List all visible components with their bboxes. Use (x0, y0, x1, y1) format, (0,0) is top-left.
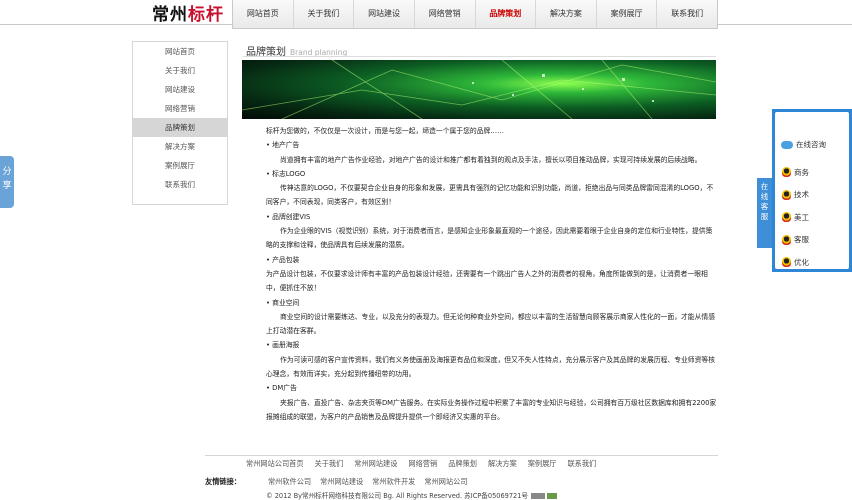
footer-nav: 常州网站公司首页 关于我们 常州网站建设 网络营销 品牌策划 解决方案 案例展厅… (246, 459, 596, 469)
online-consult-label: 在线咨询 (796, 140, 826, 149)
nav-item-contact[interactable]: 联系我们 (657, 0, 717, 28)
sidebar: 网站首页 关于我们 网站建设 网络营销 品牌策划 解决方案 案例展厅 联系我们 (132, 41, 228, 205)
chat-bubble-icon (781, 140, 793, 149)
friend-link[interactable]: 常州网站建设 (320, 477, 363, 487)
qq-icon (782, 212, 791, 223)
article-paragraph: 传神达意的LOGO，不仅要契合企业自身的形象和发展，更需具有强烈的记忆功能和识别… (266, 184, 714, 207)
agent-item-service[interactable]: 客服 (782, 229, 809, 252)
section-heading: • 标志LOGO (266, 169, 306, 178)
agent-item-tech[interactable]: 技术 (782, 184, 809, 207)
nav-item-about[interactable]: 关于我们 (294, 0, 355, 28)
sidebar-item-solutions[interactable]: 解决方案 (133, 137, 227, 156)
qq-icon (782, 234, 791, 245)
friend-links: 友情链接： 常州软件公司 常州网站建设 常州软件开发 常州网站公司 (205, 477, 468, 487)
agent-label: 技术 (794, 190, 809, 200)
cnzz-badge-icon[interactable] (531, 493, 546, 499)
nav-item-home[interactable]: 网站首页 (233, 0, 294, 28)
friend-link[interactable]: 常州软件开发 (372, 477, 415, 487)
footer-link-cases[interactable]: 案例展厅 (528, 459, 557, 469)
sidebar-item-brand[interactable]: 品牌策划 (133, 118, 227, 137)
qq-icon (782, 189, 791, 200)
logo-text-b: 标杆 (188, 5, 224, 25)
article-paragraph: 为产品设计包装，不仅要求设计师有丰富的产品包装设计经验，还需要有一个跳出广告人之… (266, 269, 708, 293)
online-consult-header: 在线咨询 (781, 139, 826, 150)
online-service-tab-label: 在线客服 (760, 182, 769, 221)
article-body: 标杆为您做的，不仅仅是一次设计，而是与您一起，缔造一个属于您的品牌…… • 地产广… (266, 124, 718, 424)
agent-label: 美工 (794, 212, 809, 222)
sidebar-item-marketing[interactable]: 网络营销 (133, 99, 227, 118)
site-header: 常州标杆 网站首页 关于我们 网站建设 网络营销 品牌策划 解决方案 案例展厅 … (0, 0, 852, 34)
site-logo[interactable]: 常州标杆 (152, 0, 224, 25)
nav-item-web-build[interactable]: 网站建设 (354, 0, 415, 28)
sidebar-item-contact[interactable]: 联系我们 (133, 175, 227, 194)
friend-links-label: 友情链接： (205, 477, 241, 486)
online-service-tab[interactable]: 在线客服 (757, 178, 772, 248)
agent-item-business[interactable]: 商务 (782, 161, 809, 184)
copyright: © 2012 By常州标杆网络科技有限公司 Bg. All Rights Res… (266, 490, 558, 500)
section-heading: • 地产广告 (266, 141, 300, 150)
section-heading: • 商业空间 (266, 298, 300, 307)
section-heading: • 品牌创建VIS (266, 212, 311, 221)
logo-text-a: 常州 (152, 5, 188, 25)
banner-image (242, 60, 716, 119)
article-paragraph: 商业空间的设计需要练达、专业，以及充分的表现力。但无论何种商业外空间，都应以丰富… (266, 312, 715, 336)
sidebar-item-web-build[interactable]: 网站建设 (133, 80, 227, 99)
title-divider (243, 56, 716, 57)
footer-link-marketing[interactable]: 网络营销 (408, 459, 437, 469)
qq-icon (782, 167, 791, 178)
footer-divider (205, 455, 718, 456)
article-paragraph: 标杆为您做的，不仅仅是一次设计，而是与您一起，缔造一个属于您的品牌…… (266, 127, 504, 135)
section-heading: • 产品包装 (266, 255, 300, 264)
friend-link[interactable]: 常州网站公司 (424, 477, 467, 487)
share-tab[interactable]: 分享 (0, 156, 14, 208)
agent-item-seo[interactable]: 优化 (782, 251, 809, 274)
agent-list: 商务 技术 美工 客服 优化 (782, 161, 809, 274)
header-divider (0, 24, 232, 25)
article-paragraph: 尚道拥有丰富的地产广告作业经验，对地产广告的设计和推广都有着独到的观点及手法，擅… (280, 155, 702, 164)
stats-badge-icon[interactable] (547, 493, 558, 499)
qq-icon (782, 257, 791, 268)
nav-item-marketing[interactable]: 网络营销 (415, 0, 476, 28)
footer-link-solutions[interactable]: 解决方案 (488, 459, 517, 469)
online-service-panel: 在线咨询 商务 技术 美工 客服 优化 (772, 109, 852, 272)
footer-link-home[interactable]: 常州网站公司首页 (246, 459, 304, 469)
main-nav: 网站首页 关于我们 网站建设 网络营销 品牌策划 解决方案 案例展厅 联系我们 (232, 0, 718, 29)
sidebar-item-home[interactable]: 网站首页 (133, 42, 227, 61)
friend-link[interactable]: 常州软件公司 (268, 477, 311, 487)
sidebar-item-about[interactable]: 关于我们 (133, 61, 227, 80)
nav-item-solutions[interactable]: 解决方案 (536, 0, 597, 28)
section-heading: • DM广告 (266, 384, 297, 393)
sidebar-item-cases[interactable]: 案例展厅 (133, 156, 227, 175)
footer-link-web-build[interactable]: 常州网站建设 (354, 459, 397, 469)
nav-item-cases[interactable]: 案例展厅 (597, 0, 658, 28)
article-paragraph: 夹报广告、直投广告、杂志夹页等DM广告服务。在实际业务操作过程中积累了丰富的专业… (266, 398, 717, 421)
banner-graphic (242, 60, 716, 119)
article-paragraph: 作为可读可感的客户宣传资料，我们有义务使画册及海报更有品位和深度，但又不失人性特… (266, 355, 715, 379)
footer-link-about[interactable]: 关于我们 (315, 459, 344, 469)
section-heading: • 画册海报 (266, 341, 300, 350)
header-divider-right (718, 24, 852, 25)
share-tab-label: 分享 (2, 167, 12, 191)
footer-link-brand[interactable]: 品牌策划 (448, 459, 477, 469)
agent-label: 优化 (794, 257, 809, 267)
footer-link-contact[interactable]: 联系我们 (567, 459, 596, 469)
nav-item-brand[interactable]: 品牌策划 (476, 0, 537, 28)
article-paragraph: 作为企业眼的VIS（视觉识别）系统，对于消费者而言，是感知企业形象最直观的一个途… (266, 227, 713, 250)
agent-label: 商务 (794, 167, 809, 177)
copyright-text: © 2012 By常州标杆网络科技有限公司 Bg. All Rights Res… (266, 492, 529, 500)
agent-label: 客服 (794, 235, 809, 245)
agent-item-design[interactable]: 美工 (782, 206, 809, 229)
